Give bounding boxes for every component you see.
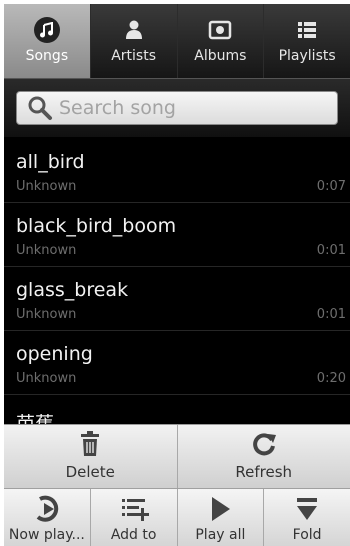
action-bar: Delete Refresh: [4, 424, 350, 489]
search-input[interactable]: [57, 96, 331, 120]
delete-label: Delete: [65, 463, 115, 481]
music-app-screen: Songs Artists Albums Playlists Search so…: [4, 4, 350, 546]
song-artist: Unknown: [16, 179, 77, 194]
tab-artists[interactable]: Artists: [91, 4, 178, 78]
song-row[interactable]: glass_break Unknown 0:01: [4, 267, 350, 331]
add-to-button[interactable]: Add to: [91, 489, 178, 546]
now-playing-button[interactable]: Now play...: [4, 489, 91, 546]
play-icon: [212, 497, 231, 521]
tab-songs-label: Songs: [25, 48, 69, 64]
tab-songs[interactable]: Songs: [4, 4, 91, 78]
add-to-label: Add to: [110, 527, 157, 543]
song-title: glass_break: [16, 279, 129, 301]
delete-button[interactable]: Delete: [4, 425, 178, 489]
refresh-label: Refresh: [235, 463, 293, 481]
add-to-playlist-icon: [121, 499, 149, 521]
refresh-icon: [252, 433, 276, 456]
song-duration: 0:20: [316, 371, 346, 386]
song-title: opening: [16, 343, 93, 365]
search-box[interactable]: [16, 91, 338, 125]
song-title: 芭蕉: [16, 413, 55, 424]
trash-icon: [81, 431, 100, 456]
now-playing-label: Now play...: [8, 527, 85, 543]
tab-albums-label: Albums: [194, 48, 247, 64]
song-artist: Unknown: [16, 243, 77, 258]
song-row[interactable]: opening Unknown 0:20: [4, 331, 350, 395]
refresh-button[interactable]: Refresh: [178, 425, 350, 489]
now-playing-icon: [36, 495, 59, 522]
tab-playlists[interactable]: Playlists: [264, 4, 350, 78]
album-icon: [207, 18, 233, 42]
fold-label: Fold: [292, 527, 322, 543]
song-artist: Unknown: [16, 307, 77, 322]
song-title: black_bird_boom: [16, 215, 177, 237]
music-note-icon: [33, 17, 60, 43]
person-icon: [121, 18, 147, 42]
song-duration: 0:01: [316, 307, 346, 322]
bottom-bar: Now play... Add to Play all Fold: [4, 488, 350, 546]
song-title: all_bird: [16, 151, 85, 173]
tab-playlists-label: Playlists: [278, 48, 336, 64]
song-duration: 0:01: [316, 243, 346, 258]
search-bar: [4, 79, 350, 137]
fold-icon: [297, 498, 318, 520]
song-artist: Unknown: [16, 371, 77, 386]
song-duration: 0:07: [316, 179, 346, 194]
list-icon: [294, 18, 320, 42]
tab-bar: Songs Artists Albums Playlists: [4, 4, 350, 79]
play-all-button[interactable]: Play all: [178, 489, 265, 546]
song-row[interactable]: 芭蕉: [4, 395, 350, 424]
search-icon: [28, 96, 52, 120]
tab-artists-label: Artists: [111, 48, 157, 64]
tab-albums[interactable]: Albums: [178, 4, 265, 78]
song-row[interactable]: black_bird_boom Unknown 0:01: [4, 203, 350, 267]
play-all-label: Play all: [195, 527, 246, 543]
song-row[interactable]: all_bird Unknown 0:07: [4, 139, 350, 203]
song-list: all_bird Unknown 0:07 black_bird_boom Un…: [4, 139, 350, 424]
fold-button[interactable]: Fold: [264, 489, 350, 546]
